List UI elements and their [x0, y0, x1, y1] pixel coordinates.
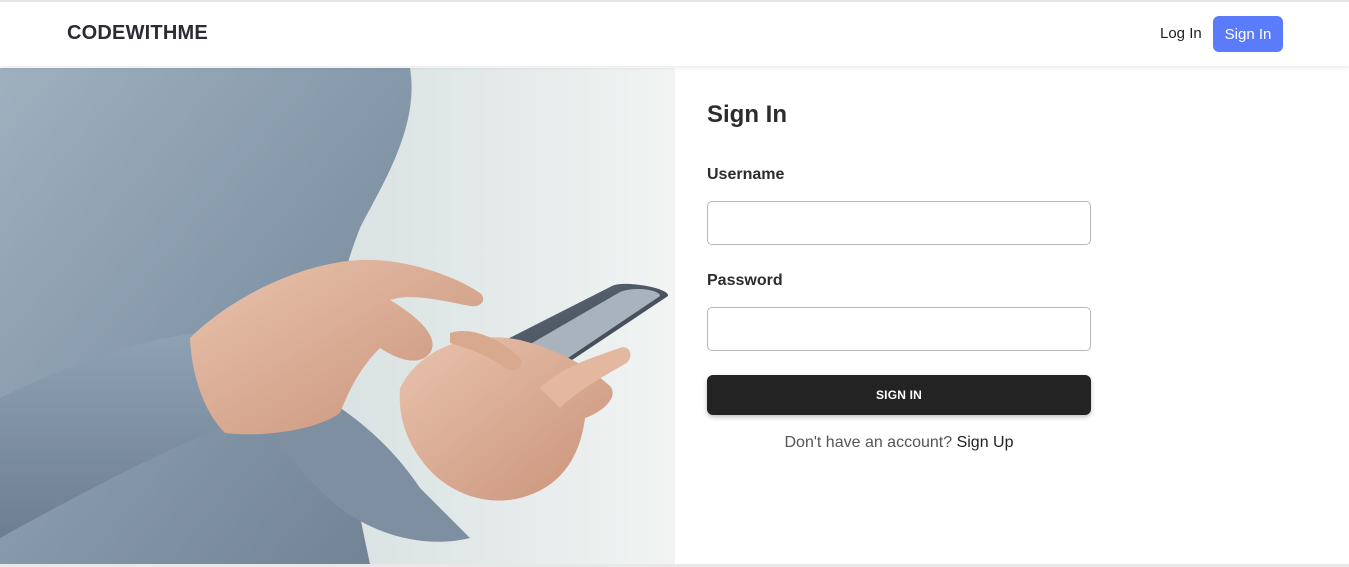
- hero-image: [0, 68, 675, 564]
- password-label: Password: [707, 272, 783, 289]
- signin-submit-button[interactable]: SIGN IN: [707, 375, 1091, 415]
- navbar: CODEWITHME Log In Sign In: [0, 2, 1349, 66]
- smartphone-photo: [0, 68, 675, 564]
- signin-button[interactable]: Sign In: [1213, 16, 1283, 52]
- password-input[interactable]: [707, 307, 1091, 351]
- signup-prompt-row: Don't have an account? Sign Up: [707, 434, 1091, 452]
- login-link[interactable]: Log In: [1160, 25, 1202, 42]
- brand-logo[interactable]: CODEWITHME: [67, 22, 208, 45]
- username-input[interactable]: [707, 201, 1091, 245]
- username-label: Username: [707, 166, 785, 183]
- form-title: Sign In: [707, 101, 787, 128]
- signup-link[interactable]: Sign Up: [957, 434, 1014, 451]
- signup-prompt-text: Don't have an account?: [784, 434, 953, 451]
